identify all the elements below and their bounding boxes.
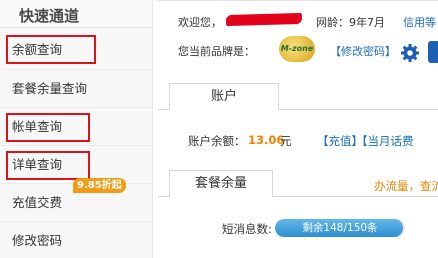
- modify-password-link[interactable]: 【修改密码】: [330, 43, 396, 59]
- balance-label: 账户余额：: [188, 134, 246, 148]
- content-top-border: [158, 0, 438, 1]
- sms-progress-bar: 剩余148/150条: [275, 219, 405, 237]
- sidebar-item-change-password[interactable]: 修改密码: [0, 222, 152, 258]
- sidebar-item-label: 充值交费: [12, 195, 63, 210]
- tab-package-remaining[interactable]: 套餐余量: [169, 170, 273, 197]
- sidebar-item-bill-query[interactable]: 帐单查询: [0, 108, 152, 146]
- tab-divider: [158, 109, 438, 110]
- sms-progress-text: 剩余148/150条: [302, 222, 378, 234]
- discount-badge: 9.85折起: [73, 178, 126, 193]
- balance-value: 13.06: [248, 133, 285, 147]
- tab-divider: [158, 196, 438, 197]
- brand-label: 您当前品牌是：: [178, 45, 255, 58]
- red-highlight-box: [6, 113, 90, 142]
- sidebar-item-balance-query[interactable]: 余额查询: [0, 28, 152, 70]
- greeting-text: 欢迎您，: [178, 16, 222, 29]
- sidebar-item-label: 修改密码: [12, 233, 63, 248]
- tab-account[interactable]: 账户: [169, 83, 279, 110]
- quick-access-sidebar: 快速通道 余额查询 套餐余量查询 帐单查询 详单查询 充值交费 9.85折起 修…: [0, 0, 153, 258]
- red-highlight-box: [6, 151, 90, 180]
- redacted-username: [225, 13, 303, 26]
- net-age-text: 网龄：9年7月: [316, 16, 385, 29]
- balance-unit: 元: [280, 134, 292, 148]
- sidebar-title: 快速通道: [0, 0, 152, 28]
- credit-level-link[interactable]: 信用等: [403, 14, 436, 30]
- sidebar-item-recharge[interactable]: 充值交费 9.85折起: [0, 178, 152, 222]
- traffic-link[interactable]: 办流量，查流: [374, 178, 438, 194]
- monthly-fee-link[interactable]: 【当月话费: [356, 133, 414, 149]
- sidebar-item-label: 套餐余量查询: [12, 81, 88, 96]
- gear-icon[interactable]: [400, 43, 420, 63]
- sms-label: 短消息数:: [222, 222, 272, 236]
- sidebar-item-package-remaining[interactable]: 套餐余量查询: [0, 70, 152, 108]
- brand-logo: M-zone: [279, 36, 315, 62]
- red-highlight-box: [6, 35, 96, 64]
- partial-blue-icon[interactable]: [428, 41, 438, 63]
